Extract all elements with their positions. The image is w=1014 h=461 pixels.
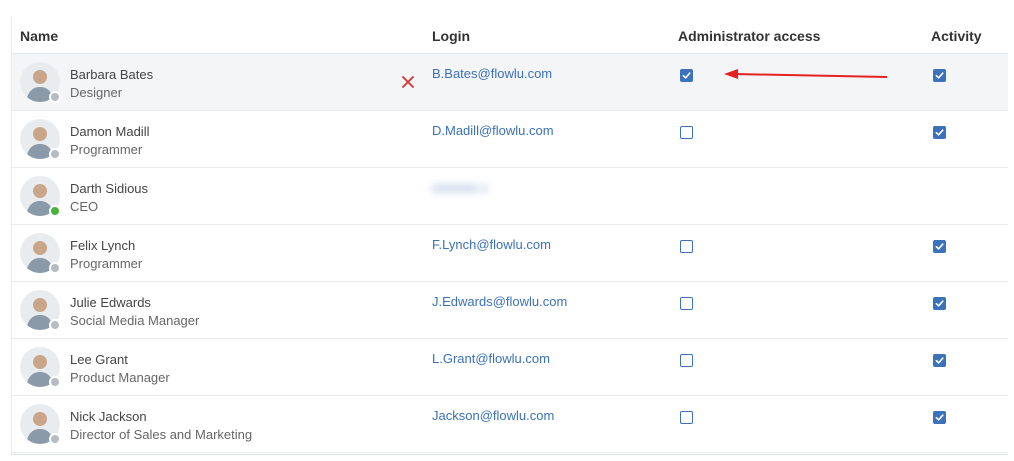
presence-status-dot <box>49 376 61 388</box>
column-header-login[interactable]: Login <box>432 28 470 44</box>
activity-checkbox[interactable] <box>933 411 946 424</box>
activity-checkbox[interactable] <box>933 126 946 139</box>
presence-status-dot <box>49 262 61 274</box>
presence-status-dot <box>49 205 61 217</box>
column-header-name[interactable]: Name <box>20 28 58 44</box>
admin-access-checkbox[interactable] <box>680 354 693 367</box>
user-login-link[interactable]: D.Madill@flowlu.com <box>432 123 554 138</box>
table-row[interactable]: Felix Lynch Programmer F.Lynch@flowlu.com <box>12 225 1008 282</box>
user-name[interactable]: Barbara Bates <box>70 67 153 82</box>
user-login-link[interactable]: J.Edwards@flowlu.com <box>432 294 567 309</box>
user-role: Social Media Manager <box>70 313 200 328</box>
column-header-admin-access[interactable]: Administrator access <box>678 28 820 44</box>
user-role: Director of Sales and Marketing <box>70 427 253 442</box>
table-header: Name Login Administrator access Activity <box>12 17 1008 54</box>
user-role: Programmer <box>70 256 143 271</box>
table-row[interactable]: Julie Edwards Social Media Manager J.Edwar… <box>12 282 1008 339</box>
activity-checkbox[interactable] <box>933 297 946 310</box>
table-row[interactable]: Damon Madill Programmer D.Madill@flowlu.co… <box>12 111 1008 168</box>
presence-status-dot <box>49 433 61 445</box>
user-name[interactable]: Lee Grant <box>70 352 128 367</box>
table-row[interactable]: Lee Grant Product Manager L.Grant@flowlu.c… <box>12 339 1008 396</box>
table-row[interactable]: Barbara Bates Designer B.Bates@flowlu.com <box>12 54 1008 111</box>
activity-checkbox[interactable] <box>933 354 946 367</box>
admin-access-checkbox[interactable] <box>680 126 693 139</box>
user-login-blurred: xxxxxxx x <box>432 180 488 195</box>
activity-checkbox[interactable] <box>933 69 946 82</box>
admin-access-checkbox[interactable] <box>680 69 693 82</box>
user-name[interactable]: Julie Edwards <box>70 295 151 310</box>
user-role: Programmer <box>70 142 143 157</box>
user-login-link[interactable]: B.Bates@flowlu.com <box>432 66 552 81</box>
users-table: Name Login Administrator access Activity… <box>12 17 1008 455</box>
column-header-activity[interactable]: Activity <box>931 28 982 44</box>
admin-access-checkbox[interactable] <box>680 411 693 424</box>
user-login-link[interactable]: L.Grant@flowlu.com <box>432 351 550 366</box>
remove-user-icon[interactable] <box>400 74 416 95</box>
activity-checkbox[interactable] <box>933 240 946 253</box>
user-name[interactable]: Felix Lynch <box>70 238 135 253</box>
user-login-link[interactable]: Jackson@flowlu.com <box>432 408 554 423</box>
user-role: Designer <box>70 85 123 100</box>
user-name[interactable]: Darth Sidious <box>70 181 148 196</box>
user-name[interactable]: Damon Madill <box>70 124 149 139</box>
table-row[interactable]: Darth Sidious CEO xxxxxxx x <box>12 168 1008 225</box>
user-name[interactable]: Nick Jackson <box>70 409 147 424</box>
admin-access-checkbox[interactable] <box>680 297 693 310</box>
user-login-link[interactable]: F.Lynch@flowlu.com <box>432 237 551 252</box>
presence-status-dot <box>49 148 61 160</box>
user-role: Product Manager <box>70 370 170 385</box>
presence-status-dot <box>49 319 61 331</box>
admin-access-checkbox[interactable] <box>680 240 693 253</box>
presence-status-dot <box>49 91 61 103</box>
user-role: CEO <box>70 199 99 214</box>
table-row[interactable]: Nick Jackson Director of Sales and Market… <box>12 396 1008 453</box>
annotation-arrow-icon <box>712 54 892 99</box>
